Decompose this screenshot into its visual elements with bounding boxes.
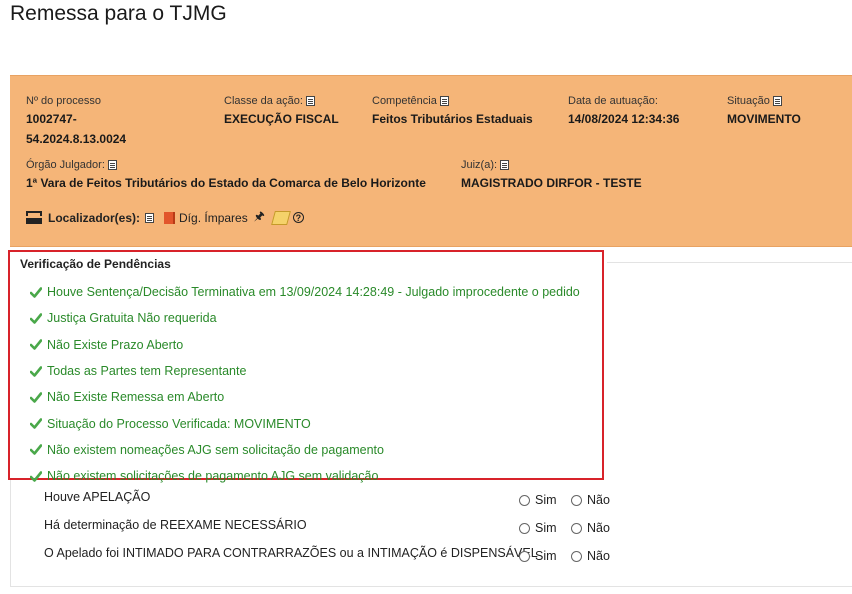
pencil-icon[interactable] [270,210,291,225]
juiz-value: MAGISTRADO DIRFOR - TESTE [461,176,642,190]
pendencia-item: Todas as Partes tem Representante [30,358,580,384]
field-situacao: Situação MOVIMENTO [727,95,801,129]
document-icon[interactable] [107,160,117,170]
field-orgao: Órgão Julgador: 1ª Vara de Feitos Tribut… [26,159,426,193]
document-icon[interactable] [500,160,510,170]
contrarrazoes-nao-option[interactable]: Não [571,549,610,563]
numero-value-line2: 54.2024.8.13.0024 [26,132,127,146]
check-icon [30,339,42,351]
check-icon [30,392,42,403]
orgao-label: Órgão Julgador: [26,159,105,171]
document-icon[interactable] [305,96,315,106]
process-header: Nº do processo 1002747- 54.2024.8.13.002… [10,75,852,247]
pendencia-item: Situação do Processo Verificada: MOVIMEN… [30,410,580,436]
classe-label: Classe da ação: [224,95,303,107]
radio-sim[interactable] [519,522,530,534]
question-contrarrazoes: O Apelado foi INTIMADO PARA CONTRARRAZÕE… [44,546,538,560]
radio-sim[interactable] [519,550,530,562]
apelacao-nao-option[interactable]: Não [571,493,610,507]
data-value: 14/08/2024 12:34:36 [568,112,680,126]
orgao-value: 1ª Vara de Feitos Tributários do Estado … [26,176,426,190]
check-icon [30,418,42,429]
field-competencia: Competência Feitos Tributários Estaduais [372,95,533,129]
book-icon [164,211,176,224]
question-apelacao: Houve APELAÇÃO [44,490,151,504]
field-numero: Nº do processo 1002747- 54.2024.8.13.002… [26,95,126,149]
check-icon [30,365,42,377]
juiz-label: Juiz(a): [461,159,498,171]
classe-value: EXECUÇÃO FISCAL [224,112,339,126]
situacao-label: Situação [727,95,770,107]
contrarrazoes-sim-option[interactable]: Sim [519,549,557,563]
field-classe: Classe da ação: EXECUÇÃO FISCAL [224,95,339,129]
pendencia-item: Houve Sentença/Decisão Terminativa em 13… [30,279,580,305]
localizador-row: Localizador(es): Díg. Ímpares 🖈 ? [26,207,304,228]
field-juiz: Juiz(a): MAGISTRADO DIRFOR - TESTE [461,159,642,193]
radio-nao[interactable] [571,550,582,562]
check-icon [30,444,42,456]
situacao-value: MOVIMENTO [727,112,801,126]
document-icon[interactable] [439,96,449,106]
help-icon[interactable]: ? [292,212,304,223]
document-icon[interactable] [145,212,155,223]
radio-nao[interactable] [571,522,582,534]
pendencia-item: Não existem nomeações AJG sem solicitaçã… [30,437,580,463]
page-title: Remessa para o TJMG [10,2,227,25]
document-icon[interactable] [772,96,782,106]
numero-value-line1: 1002747- [26,112,77,126]
apelacao-sim-option[interactable]: Sim [519,493,557,507]
divider [607,262,852,263]
pendencia-item: Não Existe Remessa em Aberto [30,384,580,410]
check-icon [30,470,42,482]
inbox-icon [26,211,42,224]
question-reexame: Há determinação de REEXAME NECESSÁRIO [44,518,307,532]
check-icon [30,313,42,324]
pendencias-list: Houve Sentença/Decisão Terminativa em 13… [30,279,580,489]
radio-nao[interactable] [571,494,582,506]
pendencia-item: Não existem solicitações de pagamento AJ… [30,463,580,489]
competencia-label: Competência [372,95,437,107]
radio-sim[interactable] [519,494,530,506]
pin-icon[interactable]: 🖈 [254,207,265,228]
reexame-sim-option[interactable]: Sim [519,521,557,535]
numero-label: Nº do processo [26,95,101,107]
competencia-value: Feitos Tributários Estaduais [372,112,533,126]
reexame-nao-option[interactable]: Não [571,521,610,535]
pendencia-item: Justiça Gratuita Não requerida [30,305,580,331]
data-label: Data de autuação: [568,95,658,107]
field-data-autuacao: Data de autuação: 14/08/2024 12:34:36 [568,95,679,129]
localizador-tag[interactable]: Díg. Ímpares [179,211,248,225]
localizador-label: Localizador(es): [48,210,141,225]
check-icon [30,286,42,298]
pendencia-item: Não Existe Prazo Aberto [30,332,580,358]
pendencias-panel: Verificação de Pendências Houve Sentença… [8,250,604,483]
pendencias-title: Verificação de Pendências [20,257,171,271]
